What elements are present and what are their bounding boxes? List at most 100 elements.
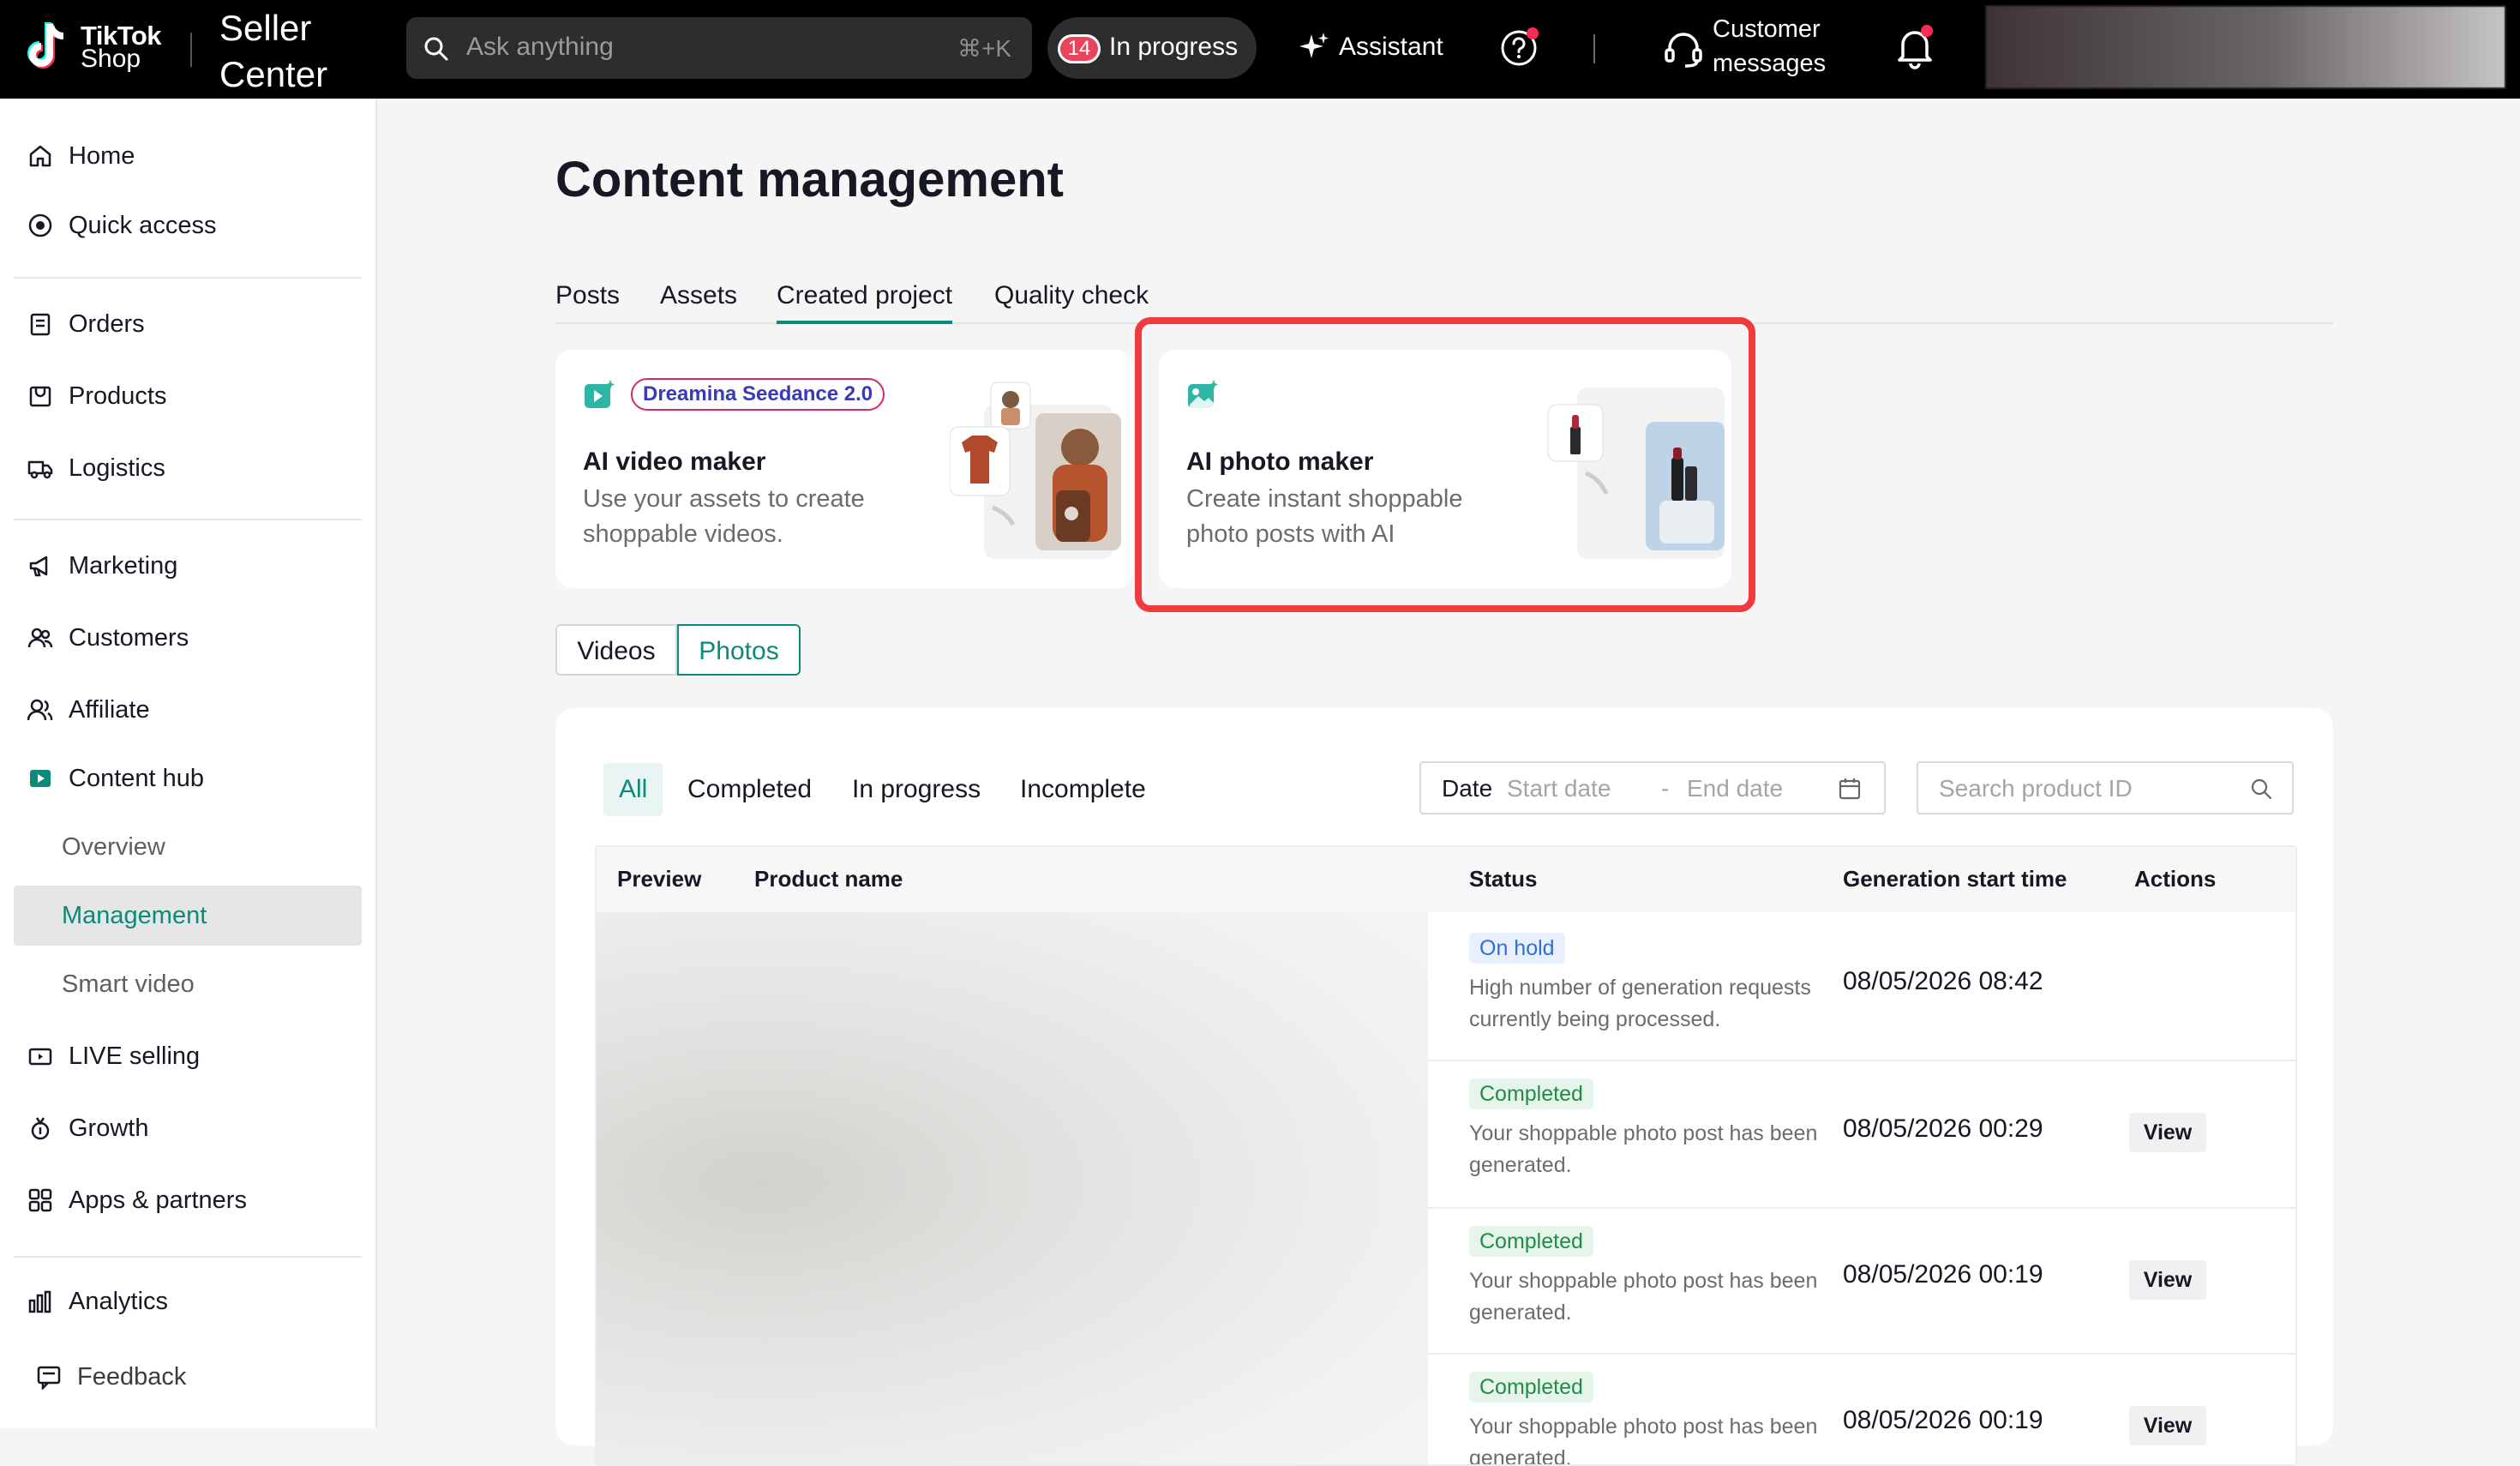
- sidebar-item-feedback[interactable]: Feedback: [14, 1347, 362, 1407]
- sidebar-divider: [14, 1256, 362, 1258]
- sidebar-item-orders[interactable]: Orders: [14, 294, 362, 354]
- tab-quality-check[interactable]: Quality check: [994, 281, 1149, 321]
- sidebar-item-marketing[interactable]: Marketing: [14, 536, 362, 596]
- affiliate-icon: [27, 699, 53, 721]
- search-placeholder: Ask anything: [466, 33, 614, 61]
- status-badge: Completed: [1469, 1078, 1593, 1109]
- apps-icon: [28, 1188, 52, 1212]
- table-row: Completed Your shoppable photo post has …: [1428, 1353, 2295, 1464]
- filter-completed[interactable]: Completed: [672, 763, 827, 816]
- home-icon: [29, 145, 51, 167]
- table-row: On hold High number of generation reques…: [1428, 912, 2295, 1061]
- customer-messages-label: Customer messages: [1713, 12, 1858, 81]
- sidebar-item-label: Overview: [62, 833, 165, 861]
- projects-panel: All Completed In progress Incomplete Dat…: [555, 708, 2333, 1466]
- in-progress-label: In progress: [1109, 33, 1239, 61]
- in-progress-button[interactable]: 14 In progress: [1047, 17, 1257, 79]
- generation-start-time: 08/05/2026 00:19: [1843, 1406, 2043, 1434]
- global-search[interactable]: Ask anything ⌘+K: [406, 17, 1032, 79]
- sidebar-item-content-hub[interactable]: Content hub: [14, 748, 362, 808]
- product-id-placeholder: Search product ID: [1939, 775, 2133, 802]
- view-button[interactable]: View: [2129, 1260, 2206, 1300]
- sidebar-subitem-overview[interactable]: Overview: [14, 817, 362, 877]
- search-icon[interactable]: [2249, 777, 2273, 801]
- sidebar-item-analytics[interactable]: Analytics: [14, 1271, 362, 1331]
- sparkle-icon: [1299, 33, 1329, 58]
- sidebar-item-label: Feedback: [77, 1363, 187, 1391]
- content-hub-icon: [30, 770, 51, 787]
- status-description: Your shoppable photo post has been gener…: [1469, 1121, 1818, 1177]
- sidebar-subitem-smart-video[interactable]: Smart video: [14, 954, 362, 1014]
- view-button[interactable]: View: [2129, 1406, 2206, 1445]
- sidebar-item-customers[interactable]: Customers: [14, 608, 362, 668]
- table-header: Preview Product name Status Generation s…: [597, 847, 2295, 912]
- sidebar-divider: [14, 519, 362, 520]
- sidebar-subitem-management[interactable]: Management: [14, 886, 362, 946]
- sidebar-item-logistics[interactable]: Logistics: [14, 438, 362, 498]
- sidebar-item-label: Analytics: [69, 1288, 169, 1315]
- sidebar-item-label: Apps & partners: [69, 1187, 247, 1214]
- assistant-label: Assistant: [1339, 33, 1443, 61]
- filter-all[interactable]: All: [603, 763, 663, 816]
- sidebar-item-label: Products: [69, 382, 167, 410]
- sidebar: Home Quick access Orders Products Logist…: [0, 99, 377, 1428]
- help-icon[interactable]: [1498, 26, 1541, 69]
- logo-divider: [190, 33, 192, 67]
- search-icon: [424, 37, 448, 61]
- sidebar-item-label: Orders: [69, 310, 145, 338]
- product-id-search[interactable]: Search product ID: [1917, 761, 2294, 814]
- table-row: Completed Your shoppable photo post has …: [1428, 1060, 2295, 1209]
- filter-in-progress[interactable]: In progress: [837, 763, 996, 816]
- account-profile[interactable]: [1985, 5, 2506, 89]
- sidebar-item-apps-partners[interactable]: Apps & partners: [14, 1170, 362, 1230]
- column-header-status: Status: [1469, 866, 1538, 892]
- calendar-icon: [1839, 778, 1861, 800]
- toggle-videos[interactable]: Videos: [555, 624, 677, 676]
- bell-icon[interactable]: [1894, 24, 1935, 70]
- sidebar-item-products[interactable]: Products: [14, 366, 362, 426]
- quick-access-icon: [28, 213, 52, 237]
- sidebar-item-quick-access[interactable]: Quick access: [14, 195, 362, 255]
- end-date-input[interactable]: End date: [1687, 775, 1783, 802]
- column-header-actions: Actions: [2134, 866, 2217, 892]
- tab-assets[interactable]: Assets: [660, 281, 737, 321]
- sidebar-item-label: LIVE selling: [69, 1042, 201, 1070]
- topbar-divider: [1593, 34, 1595, 63]
- truck-icon: [27, 460, 53, 479]
- toggle-photos[interactable]: Photos: [677, 624, 801, 676]
- sidebar-item-home[interactable]: Home: [14, 126, 362, 186]
- video-sparkle-icon: [585, 380, 615, 408]
- filter-incomplete[interactable]: Incomplete: [1005, 763, 1161, 816]
- growth-icon: [31, 1117, 50, 1140]
- sidebar-item-label: Customers: [69, 624, 189, 652]
- start-date-input[interactable]: Start date: [1507, 775, 1611, 802]
- sidebar-item-label: Growth: [69, 1115, 149, 1142]
- live-icon: [28, 1048, 52, 1066]
- dreamina-badge: Dreamina Seedance 2.0: [631, 378, 885, 411]
- sidebar-item-label: Management: [62, 902, 207, 929]
- tab-created-project[interactable]: Created project: [777, 281, 953, 324]
- tab-posts[interactable]: Posts: [555, 281, 620, 321]
- search-shortcut: ⌘+K: [957, 35, 1011, 62]
- date-range-picker[interactable]: Date Start date - End date: [1419, 761, 1886, 814]
- status-badge: Completed: [1469, 1226, 1593, 1257]
- sidebar-item-affiliate[interactable]: Affiliate: [14, 680, 362, 740]
- ai-video-maker-card[interactable]: Dreamina Seedance 2.0 AI video maker Use…: [555, 350, 1133, 588]
- view-button[interactable]: View: [2129, 1113, 2206, 1152]
- sidebar-item-label: Logistics: [69, 454, 165, 482]
- projects-table: Preview Product name Status Generation s…: [595, 845, 2297, 1466]
- tiktok-logo-icon: [27, 22, 64, 69]
- generation-start-time: 08/05/2026 00:19: [1843, 1260, 2043, 1289]
- status-badge: On hold: [1469, 933, 1565, 964]
- page-title: Content management: [555, 152, 1064, 207]
- in-progress-count-badge: 14: [1058, 34, 1101, 63]
- sidebar-item-live-selling[interactable]: LIVE selling: [14, 1026, 362, 1086]
- sidebar-item-label: Home: [69, 142, 135, 170]
- table-row: Completed Your shoppable photo post has …: [1428, 1207, 2295, 1355]
- status-badge: Completed: [1469, 1372, 1593, 1403]
- seller-center-title: Seller Center: [219, 5, 327, 98]
- logo-text-shop: Shop: [81, 45, 141, 73]
- sidebar-item-growth[interactable]: Growth: [14, 1098, 362, 1158]
- customer-messages-line1: Customer: [1713, 15, 1821, 43]
- sidebar-item-label: Smart video: [62, 970, 195, 998]
